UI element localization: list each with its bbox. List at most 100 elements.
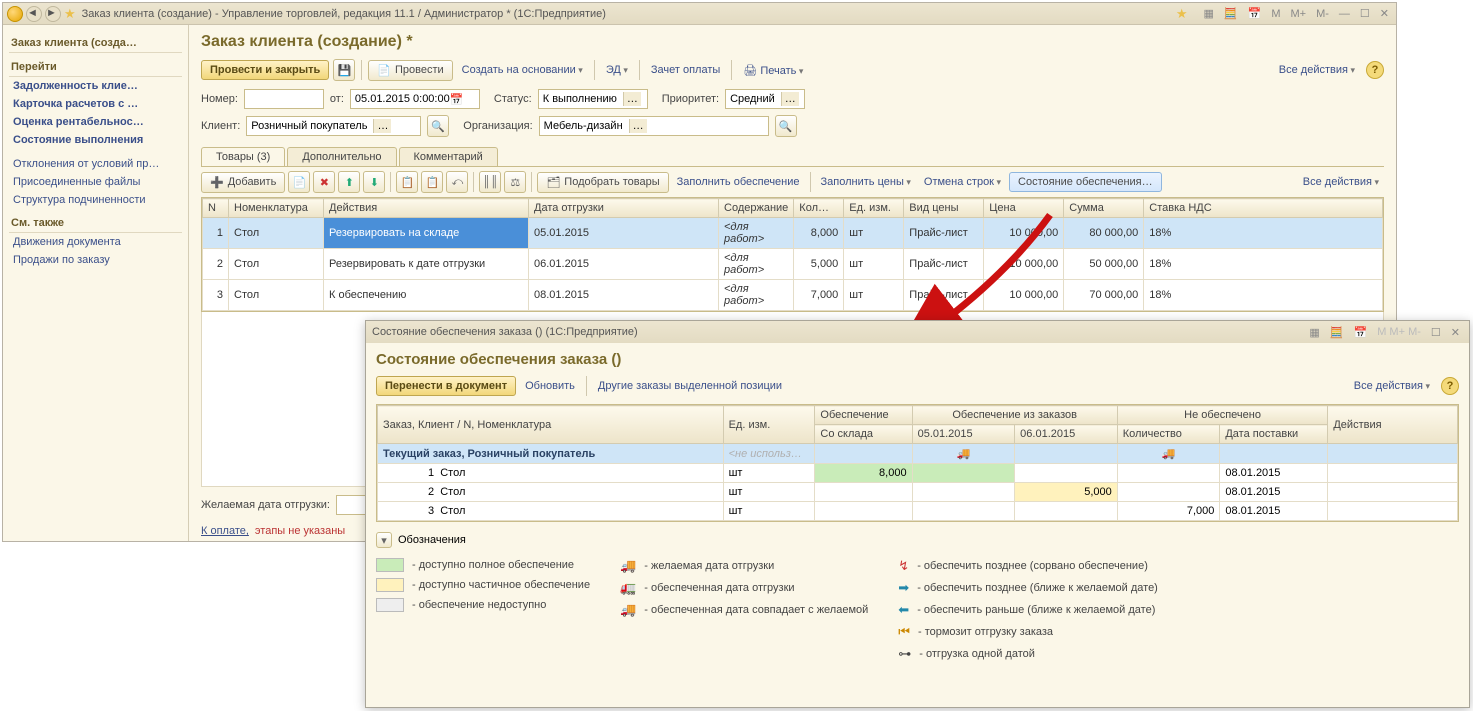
save-icon[interactable]: 💾	[333, 59, 355, 81]
sidebar-link-profit[interactable]: Оценка рентабельнос…	[9, 113, 182, 131]
favorite-icon[interactable]: ★	[64, 6, 76, 22]
ed-button[interactable]: ЭД	[601, 61, 633, 79]
supply-grid: Заказ, Клиент / N, Номенклатура Ед. изм.…	[376, 404, 1459, 522]
legend-label: Обозначения	[398, 534, 466, 546]
minimize-button[interactable]: —	[1336, 8, 1353, 20]
tab-comment[interactable]: Комментарий	[399, 147, 498, 166]
delete-icon[interactable]: ✖	[313, 171, 335, 193]
table-row[interactable]: 1СтолРезервировать на складе05.01.2015<д…	[203, 218, 1383, 249]
fill-supply-button[interactable]: Заполнить обеспечение	[672, 173, 805, 191]
grid-icon[interactable]: ▦	[1201, 7, 1217, 20]
paste-icon[interactable]: 📋	[421, 171, 443, 193]
modal-close[interactable]: ✕	[1448, 326, 1463, 339]
sidebar: Заказ клиента (созда… Перейти Задолженно…	[3, 25, 189, 541]
nav-back-icon[interactable]: ◄	[26, 6, 42, 22]
desired-date-label: Желаемая дата отгрузки:	[201, 499, 330, 511]
down-icon[interactable]: ⬇	[363, 171, 385, 193]
nav-fwd-icon[interactable]: ►	[45, 6, 61, 22]
modal-all-actions[interactable]: Все действия	[1349, 377, 1435, 395]
supply-state-button[interactable]: Состояние обеспечения…	[1009, 172, 1162, 192]
scale-icon[interactable]: ⚖	[504, 171, 526, 193]
priority-input[interactable]: Средний	[725, 89, 805, 109]
sidebar-title: Заказ клиента (созда…	[9, 33, 182, 53]
swatch-green	[376, 558, 404, 572]
org-label: Организация:	[463, 120, 532, 132]
date-input[interactable]: 05.01.2015 0:00:00 📅	[350, 89, 480, 109]
table-row[interactable]: 2 Столшт5,00008.01.2015	[378, 483, 1458, 502]
group-row[interactable]: Текущий заказ, Розничный покупатель <не …	[378, 444, 1458, 464]
late-ok-icon: ➡	[898, 580, 909, 596]
sidebar-link-structure[interactable]: Структура подчиненности	[9, 191, 182, 209]
post-and-close-button[interactable]: Провести и закрыть	[201, 60, 329, 80]
post-button[interactable]: 📄 Провести	[368, 60, 452, 81]
table-row[interactable]: 3СтолК обеспечению08.01.2015<для работ>7…	[203, 280, 1383, 311]
modal-maximize[interactable]: ☐	[1428, 326, 1444, 339]
single-date-icon: ⊶	[898, 646, 911, 662]
calendar-icon[interactable]: 📅	[1245, 7, 1265, 20]
modal-help-icon[interactable]: ?	[1441, 377, 1459, 395]
sidebar-link-movements[interactable]: Движения документа	[9, 233, 182, 251]
swatch-grey	[376, 598, 404, 612]
help-icon[interactable]: ?	[1366, 61, 1384, 79]
other-orders-button[interactable]: Другие заказы выделенной позиции	[593, 377, 787, 395]
window-title: Заказ клиента (создание) - Управление то…	[82, 8, 606, 20]
close-button[interactable]: ✕	[1377, 7, 1392, 20]
print-button[interactable]: 🖨 Печать	[738, 61, 808, 80]
move-to-doc-button[interactable]: Перенести в документ	[376, 376, 516, 396]
client-search-icon[interactable]: 🔍	[427, 115, 449, 137]
all-actions-button[interactable]: Все действия	[1274, 61, 1360, 79]
mem-m[interactable]: M	[1268, 8, 1283, 20]
barcode-icon[interactable]: ║║	[479, 171, 501, 193]
sidebar-link-deviations[interactable]: Отклонения от условий пр…	[9, 155, 182, 173]
main-title-bar: ◄ ► ★ Заказ клиента (создание) - Управле…	[3, 3, 1396, 25]
org-input[interactable]: Мебель-дизайн	[539, 116, 769, 136]
mem-mplus[interactable]: M+	[1287, 8, 1309, 20]
refresh-button[interactable]: Обновить	[520, 377, 580, 395]
legend: - доступно полное обеспечение - доступно…	[376, 558, 1459, 662]
create-based-button[interactable]: Создать на основании	[457, 61, 588, 79]
main-toolbar: Провести и закрыть 💾 📄 Провести Создать …	[201, 59, 1384, 81]
cancel-rows-button[interactable]: Отмена строк	[919, 173, 1006, 191]
goods-all-actions[interactable]: Все действия	[1298, 173, 1384, 191]
star-icon[interactable]: ★	[1173, 6, 1191, 22]
modal-window-title: Состояние обеспечения заказа () (1С:Пред…	[372, 326, 638, 338]
refresh-icon[interactable]: ⤺	[446, 171, 468, 193]
calendar-icon[interactable]: 📅	[1351, 326, 1371, 339]
offset-button[interactable]: Зачет оплаты	[646, 61, 725, 79]
status-label: Статус:	[494, 93, 532, 105]
sidebar-link-card[interactable]: Карточка расчетов с …	[9, 95, 182, 113]
grid-icon[interactable]: ▦	[1306, 326, 1322, 339]
table-row[interactable]: 2СтолРезервировать к дате отгрузки06.01.…	[203, 249, 1383, 280]
table-row[interactable]: 3 Столшт7,00008.01.2015	[378, 502, 1458, 521]
sidebar-link-debt[interactable]: Задолженность клие…	[9, 77, 182, 95]
sidebar-link-sales[interactable]: Продажи по заказу	[9, 251, 182, 269]
calc-icon[interactable]: 🧮	[1221, 7, 1241, 20]
mem-mminus[interactable]: M-	[1313, 8, 1332, 20]
tab-additional[interactable]: Дополнительно	[287, 147, 396, 166]
client-input[interactable]: Розничный покупатель	[246, 116, 421, 136]
number-label: Номер:	[201, 93, 238, 105]
modal-title-bar: Состояние обеспечения заказа () (1С:Пред…	[366, 321, 1469, 343]
payment-link[interactable]: К оплате,	[201, 525, 249, 537]
tab-goods[interactable]: Товары (3)	[201, 147, 285, 166]
legend-toggle-icon[interactable]: ▾	[376, 532, 392, 548]
copy-icon[interactable]: 📄	[288, 171, 310, 193]
sidebar-link-files[interactable]: Присоединенные файлы	[9, 173, 182, 191]
maximize-button[interactable]: ☐	[1357, 7, 1373, 20]
copy2-icon[interactable]: 📋	[396, 171, 418, 193]
goods-toolbar: ➕ Добавить 📄 ✖ ⬆ ⬇ 📋 📋 ⤺ ║║ ⚖ 🗂 Подобрат…	[201, 167, 1384, 197]
up-icon[interactable]: ⬆	[338, 171, 360, 193]
table-row[interactable]: 1 Столшт8,00008.01.2015	[378, 464, 1458, 483]
truck-ok-icon: 🚛	[620, 580, 636, 596]
org-search-icon[interactable]: 🔍	[775, 115, 797, 137]
modal-window: Состояние обеспечения заказа () (1С:Пред…	[365, 320, 1470, 708]
add-button[interactable]: ➕ Добавить	[201, 172, 285, 193]
status-input[interactable]: К выполнению	[538, 89, 648, 109]
goods-grid: N Номенклатура Действия Дата отгрузки Со…	[201, 197, 1384, 312]
fill-prices-button[interactable]: Заполнить цены	[816, 173, 916, 191]
sidebar-link-status[interactable]: Состояние выполнения	[9, 131, 182, 149]
late-broken-icon: ↯	[898, 558, 909, 574]
number-input[interactable]	[244, 89, 324, 109]
calc-icon[interactable]: 🧮	[1327, 326, 1347, 339]
pick-button[interactable]: 🗂 Подобрать товары	[537, 172, 668, 193]
